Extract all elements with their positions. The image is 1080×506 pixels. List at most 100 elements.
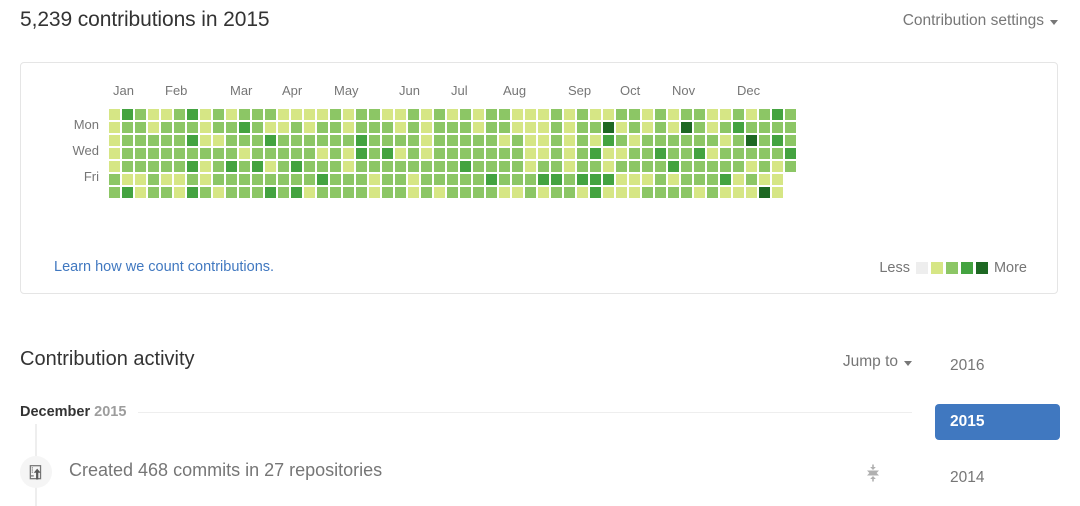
year-link-2014[interactable]: 2014 — [935, 460, 1060, 496]
contribution-day-cell[interactable] — [447, 174, 458, 185]
contribution-day-cell[interactable] — [135, 187, 146, 198]
contribution-day-cell[interactable] — [252, 174, 263, 185]
contribution-day-cell[interactable] — [265, 187, 276, 198]
contribution-day-cell[interactable] — [343, 135, 354, 146]
contribution-day-cell[interactable] — [590, 161, 601, 172]
contribution-day-cell[interactable] — [603, 109, 614, 120]
contribution-day-cell[interactable] — [421, 135, 432, 146]
contribution-day-cell[interactable] — [226, 161, 237, 172]
contribution-day-cell[interactable] — [681, 109, 692, 120]
contribution-day-cell[interactable] — [174, 122, 185, 133]
contribution-day-cell[interactable] — [109, 148, 120, 159]
contribution-day-cell[interactable] — [707, 122, 718, 133]
contribution-day-cell[interactable] — [304, 174, 315, 185]
contribution-day-cell[interactable] — [746, 122, 757, 133]
contribution-day-cell[interactable] — [252, 122, 263, 133]
contribution-day-cell[interactable] — [577, 161, 588, 172]
contribution-day-cell[interactable] — [265, 148, 276, 159]
contribution-day-cell[interactable] — [239, 135, 250, 146]
contribution-day-cell[interactable] — [551, 174, 562, 185]
contribution-day-cell[interactable] — [109, 161, 120, 172]
contribution-day-cell[interactable] — [174, 187, 185, 198]
contribution-day-cell[interactable] — [109, 122, 120, 133]
contribution-day-cell[interactable] — [304, 187, 315, 198]
contribution-day-cell[interactable] — [785, 135, 796, 146]
contribution-day-cell[interactable] — [707, 161, 718, 172]
contribution-day-cell[interactable] — [499, 148, 510, 159]
contribution-day-cell[interactable] — [668, 187, 679, 198]
contribution-day-cell[interactable] — [109, 109, 120, 120]
contribution-day-cell[interactable] — [239, 161, 250, 172]
contribution-day-cell[interactable] — [109, 187, 120, 198]
contribution-day-cell[interactable] — [122, 109, 133, 120]
contribution-day-cell[interactable] — [395, 122, 406, 133]
contribution-day-cell[interactable] — [447, 122, 458, 133]
contribution-day-cell[interactable] — [356, 174, 367, 185]
contribution-day-cell[interactable] — [746, 187, 757, 198]
contribution-day-cell[interactable] — [668, 135, 679, 146]
contribution-day-cell[interactable] — [655, 161, 666, 172]
contribution-day-cell[interactable] — [720, 148, 731, 159]
contribution-day-cell[interactable] — [174, 174, 185, 185]
contribution-day-cell[interactable] — [512, 148, 523, 159]
contribution-day-cell[interactable] — [629, 109, 640, 120]
contribution-day-cell[interactable] — [616, 109, 627, 120]
contribution-day-cell[interactable] — [486, 135, 497, 146]
contribution-day-cell[interactable] — [421, 109, 432, 120]
contribution-day-cell[interactable] — [252, 135, 263, 146]
contribution-day-cell[interactable] — [213, 135, 224, 146]
contribution-day-cell[interactable] — [434, 187, 445, 198]
contribution-day-cell[interactable] — [265, 122, 276, 133]
contribution-day-cell[interactable] — [304, 161, 315, 172]
contribution-day-cell[interactable] — [369, 148, 380, 159]
contribution-day-cell[interactable] — [135, 174, 146, 185]
contribution-day-cell[interactable] — [343, 174, 354, 185]
contribution-day-cell[interactable] — [720, 174, 731, 185]
contribution-day-cell[interactable] — [408, 109, 419, 120]
contribution-day-cell[interactable] — [317, 122, 328, 133]
contribution-day-cell[interactable] — [655, 174, 666, 185]
contribution-day-cell[interactable] — [759, 122, 770, 133]
contribution-day-cell[interactable] — [538, 174, 549, 185]
contribution-day-cell[interactable] — [434, 122, 445, 133]
contribution-day-cell[interactable] — [434, 109, 445, 120]
contribution-day-cell[interactable] — [356, 161, 367, 172]
contribution-day-cell[interactable] — [278, 174, 289, 185]
contribution-day-cell[interactable] — [369, 135, 380, 146]
contribution-day-cell[interactable] — [369, 174, 380, 185]
contribution-day-cell[interactable] — [278, 148, 289, 159]
contribution-day-cell[interactable] — [733, 122, 744, 133]
contribution-day-cell[interactable] — [460, 109, 471, 120]
contribution-day-cell[interactable] — [187, 187, 198, 198]
contribution-day-cell[interactable] — [291, 122, 302, 133]
contribution-day-cell[interactable] — [668, 148, 679, 159]
contribution-day-cell[interactable] — [603, 187, 614, 198]
contribution-day-cell[interactable] — [590, 174, 601, 185]
contribution-day-cell[interactable] — [460, 122, 471, 133]
contribution-day-cell[interactable] — [551, 122, 562, 133]
contribution-day-cell[interactable] — [330, 148, 341, 159]
contribution-day-cell[interactable] — [213, 122, 224, 133]
contribution-day-cell[interactable] — [200, 148, 211, 159]
contribution-day-cell[interactable] — [395, 174, 406, 185]
contribution-day-cell[interactable] — [200, 135, 211, 146]
contribution-day-cell[interactable] — [252, 148, 263, 159]
contribution-day-cell[interactable] — [343, 122, 354, 133]
contribution-day-cell[interactable] — [265, 109, 276, 120]
contribution-day-cell[interactable] — [616, 135, 627, 146]
contribution-day-cell[interactable] — [239, 122, 250, 133]
contribution-day-cell[interactable] — [200, 109, 211, 120]
contribution-day-cell[interactable] — [577, 187, 588, 198]
contribution-day-cell[interactable] — [473, 135, 484, 146]
contribution-day-cell[interactable] — [161, 161, 172, 172]
contribution-day-cell[interactable] — [317, 187, 328, 198]
contribution-day-cell[interactable] — [200, 187, 211, 198]
contribution-day-cell[interactable] — [161, 135, 172, 146]
contribution-day-cell[interactable] — [512, 135, 523, 146]
contribution-day-cell[interactable] — [239, 109, 250, 120]
contribution-day-cell[interactable] — [148, 187, 159, 198]
contribution-day-cell[interactable] — [278, 122, 289, 133]
contribution-day-cell[interactable] — [681, 148, 692, 159]
contribution-day-cell[interactable] — [382, 187, 393, 198]
contribution-day-cell[interactable] — [187, 148, 198, 159]
